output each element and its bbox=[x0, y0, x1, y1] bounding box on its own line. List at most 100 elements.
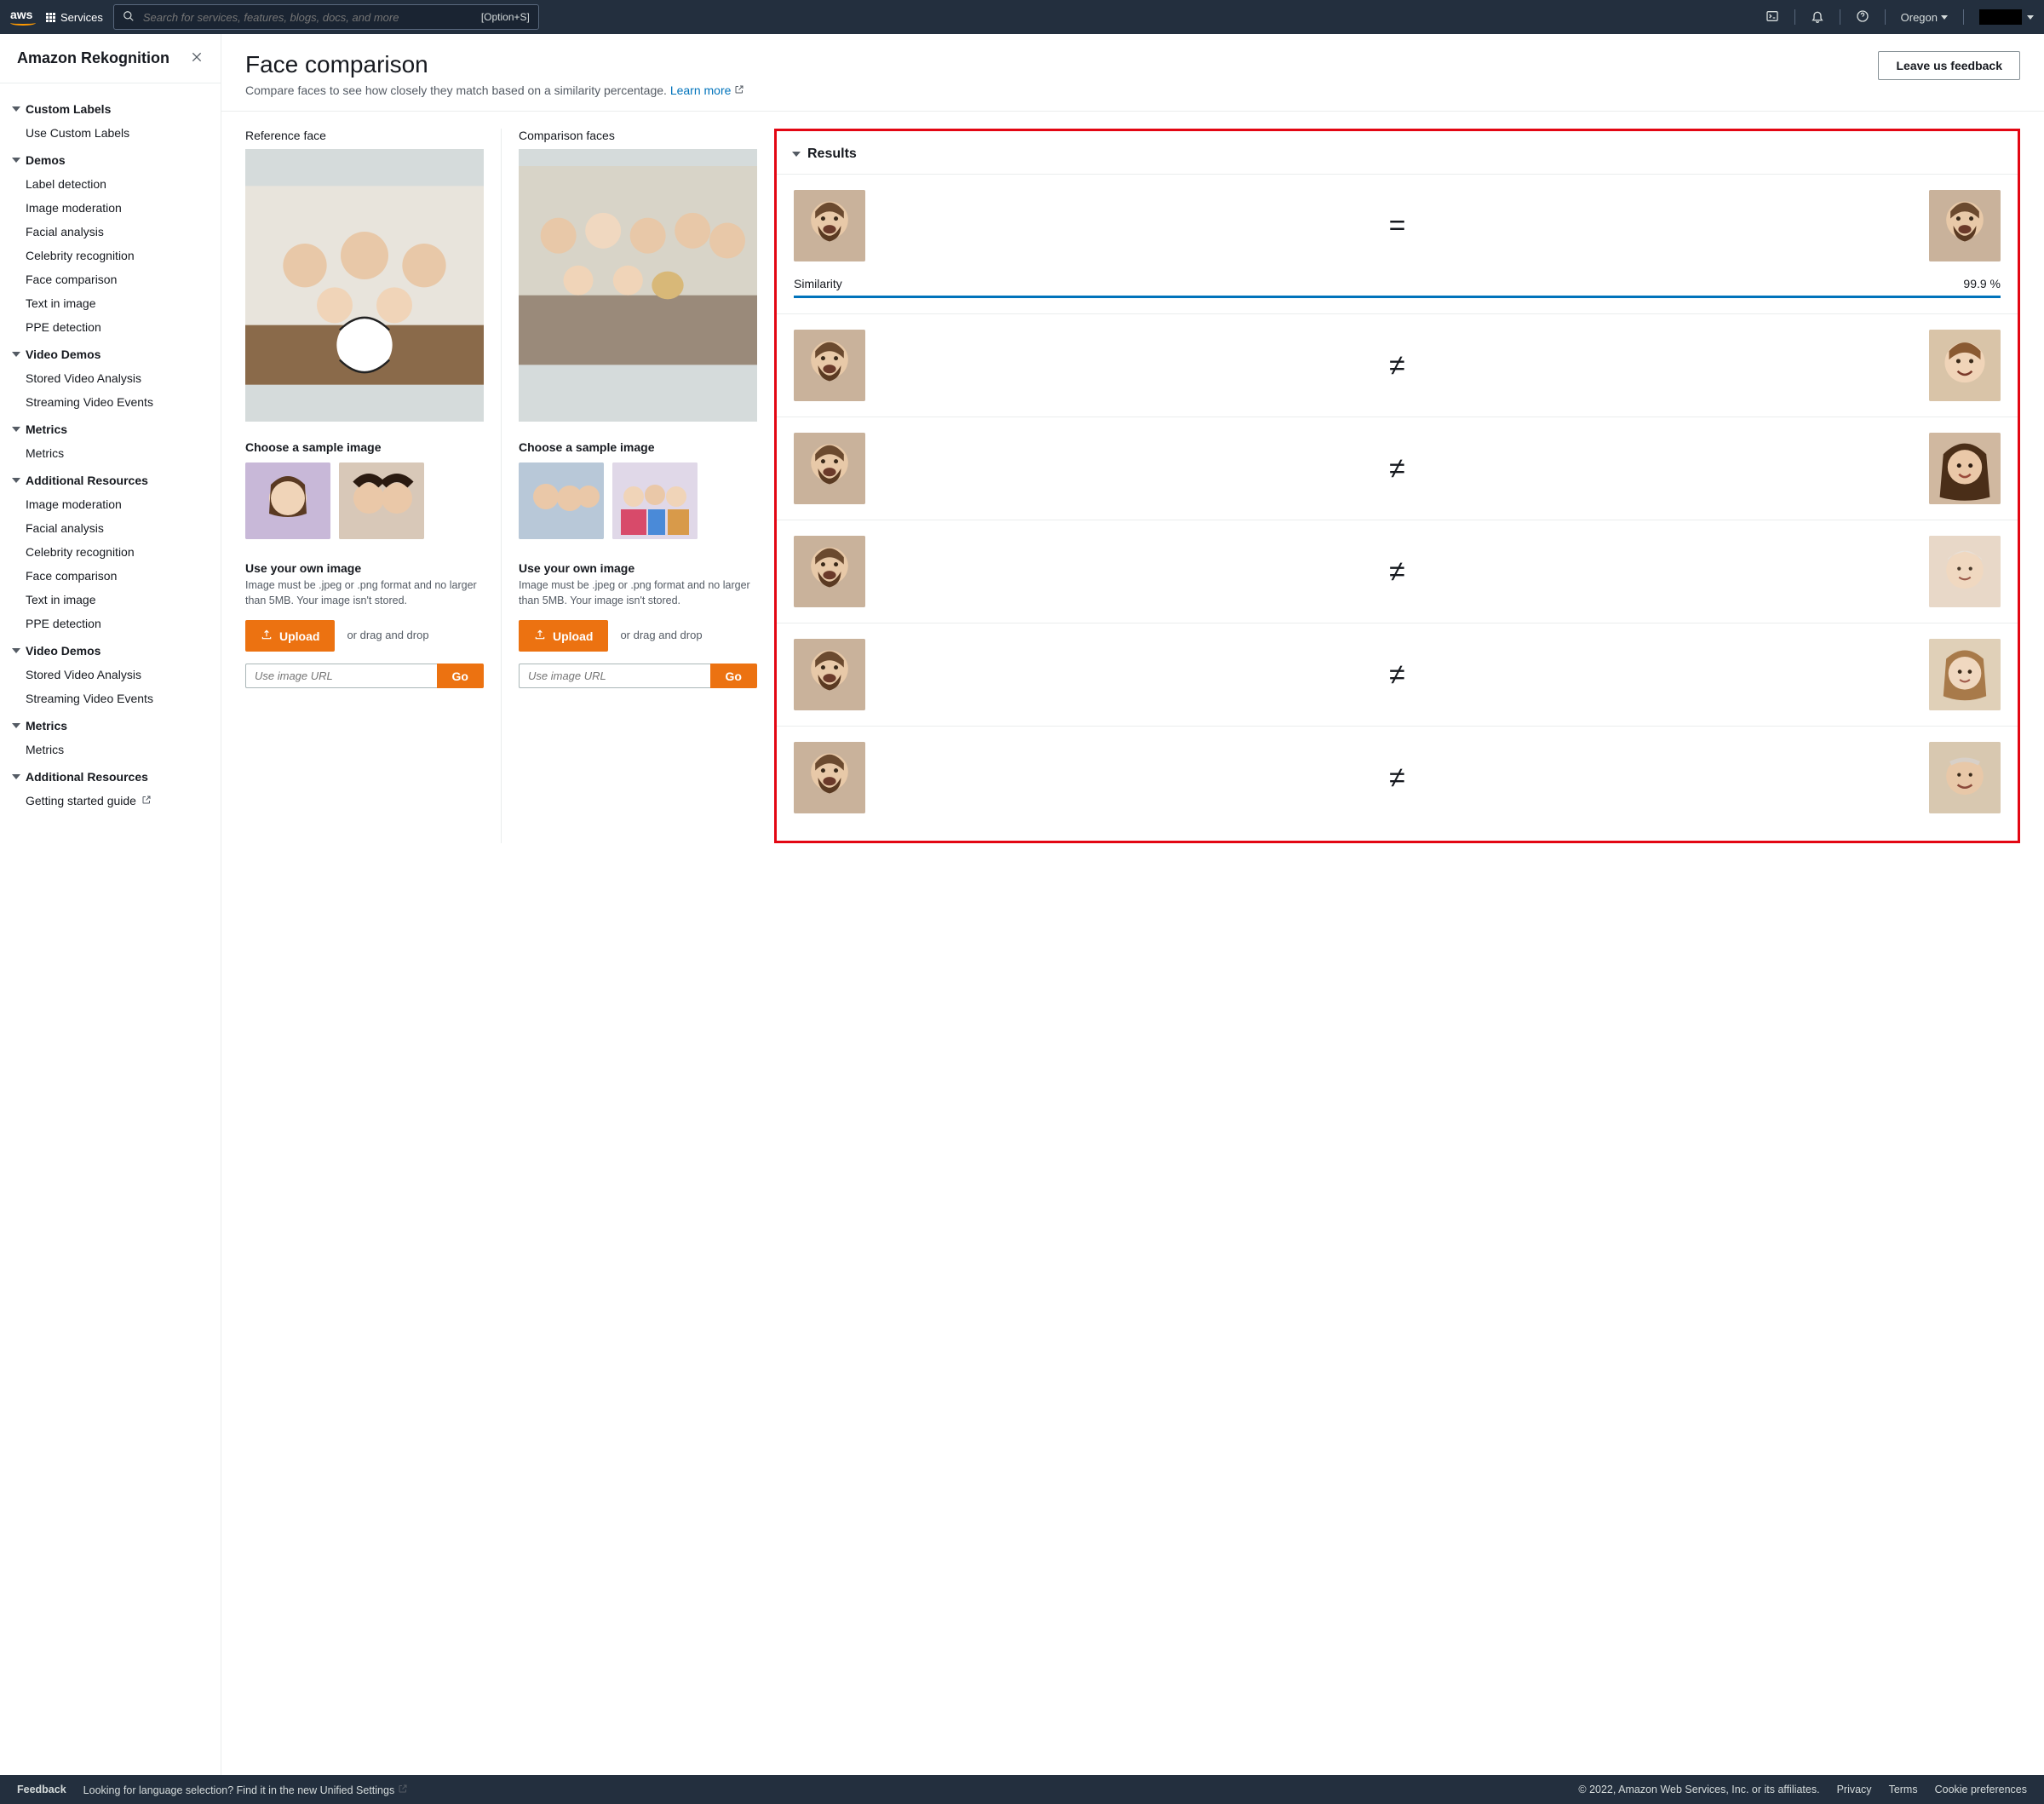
image-url-input[interactable] bbox=[519, 664, 710, 688]
go-button[interactable]: Go bbox=[710, 664, 757, 688]
sidebar-section-heading[interactable]: Metrics bbox=[0, 414, 221, 441]
sidebar-item[interactable]: Image moderation bbox=[0, 196, 221, 220]
comparison-column: Comparison faces Choose a sample image U… bbox=[519, 129, 757, 688]
services-menu[interactable]: Services bbox=[46, 11, 103, 24]
sidebar-item[interactable]: PPE detection bbox=[0, 612, 221, 635]
result-target-thumb bbox=[1929, 190, 2001, 261]
caret-down-icon bbox=[12, 723, 20, 728]
footer-feedback[interactable]: Feedback bbox=[17, 1784, 66, 1795]
search-input[interactable] bbox=[143, 11, 473, 24]
upload-button[interactable]: Upload bbox=[519, 620, 608, 652]
go-button[interactable]: Go bbox=[437, 664, 484, 688]
help-icon[interactable] bbox=[1856, 9, 1869, 26]
sidebar-item[interactable]: Facial analysis bbox=[0, 220, 221, 244]
result-source-thumb bbox=[794, 190, 865, 261]
learn-more-link[interactable]: Learn more bbox=[670, 83, 744, 97]
sample-heading: Choose a sample image bbox=[519, 440, 757, 454]
sidebar-section-heading[interactable]: Additional Resources bbox=[0, 761, 221, 789]
leave-feedback-button[interactable]: Leave us feedback bbox=[1878, 51, 2020, 80]
sidebar-item[interactable]: Text in image bbox=[0, 291, 221, 315]
caret-down-icon bbox=[12, 427, 20, 432]
footer-cookie[interactable]: Cookie preferences bbox=[1935, 1784, 2027, 1795]
result-row: ≠ bbox=[777, 623, 2018, 726]
not-equals-icon: ≠ bbox=[1389, 555, 1405, 589]
region-selector[interactable]: Oregon bbox=[1901, 11, 1948, 24]
caret-down-icon bbox=[792, 152, 801, 157]
sidebar-item[interactable]: Streaming Video Events bbox=[0, 390, 221, 414]
sidebar-item[interactable]: Facial analysis bbox=[0, 516, 221, 540]
result-source-thumb bbox=[794, 742, 865, 813]
sidebar-section-heading[interactable]: Custom Labels bbox=[0, 94, 221, 121]
sidebar-item[interactable]: Celebrity recognition bbox=[0, 540, 221, 564]
footer-lang-text: Looking for language selection? Find it … bbox=[83, 1784, 408, 1796]
not-equals-icon: ≠ bbox=[1389, 349, 1405, 382]
sidebar-item[interactable]: Text in image bbox=[0, 588, 221, 612]
similarity-value: 99.9 % bbox=[1963, 277, 2001, 290]
sidebar-section-heading[interactable]: Additional Resources bbox=[0, 465, 221, 492]
sidebar-item[interactable]: Streaming Video Events bbox=[0, 687, 221, 710]
sidebar-item[interactable]: Label detection bbox=[0, 172, 221, 196]
sidebar-item[interactable]: Face comparison bbox=[0, 267, 221, 291]
caret-down-icon bbox=[12, 106, 20, 112]
bell-icon[interactable] bbox=[1811, 9, 1824, 26]
not-equals-icon: ≠ bbox=[1389, 658, 1405, 692]
result-target-thumb bbox=[1929, 330, 2001, 401]
sidebar-item[interactable]: Image moderation bbox=[0, 492, 221, 516]
result-target-thumb bbox=[1929, 742, 2001, 813]
similarity-label: Similarity bbox=[794, 277, 842, 290]
global-search[interactable]: [Option+S] bbox=[113, 4, 539, 30]
result-source-thumb bbox=[794, 330, 865, 401]
sidebar-item[interactable]: Use Custom Labels bbox=[0, 121, 221, 145]
external-link-icon bbox=[141, 794, 152, 807]
sidebar-section-heading[interactable]: Demos bbox=[0, 145, 221, 172]
aws-logo[interactable]: aws bbox=[10, 9, 36, 26]
comparison-image[interactable] bbox=[519, 149, 757, 422]
sample-thumb-1[interactable] bbox=[245, 462, 330, 539]
cloudshell-icon[interactable] bbox=[1766, 9, 1779, 26]
top-nav: aws Services [Option+S] Oregon bbox=[0, 0, 2044, 34]
sidebar-section-heading[interactable]: Video Demos bbox=[0, 339, 221, 366]
sidebar-section-heading[interactable]: Video Demos bbox=[0, 635, 221, 663]
upload-button[interactable]: Upload bbox=[245, 620, 335, 652]
external-link-icon bbox=[398, 1784, 408, 1796]
sidebar-item[interactable]: Stored Video Analysis bbox=[0, 366, 221, 390]
similarity-bar bbox=[794, 296, 2001, 298]
sample-thumb-4[interactable] bbox=[612, 462, 698, 539]
sidebar-item[interactable]: Metrics bbox=[0, 441, 221, 465]
reference-label: Reference face bbox=[245, 129, 484, 142]
close-icon[interactable] bbox=[190, 50, 204, 66]
result-target-thumb bbox=[1929, 639, 2001, 710]
reference-image[interactable] bbox=[245, 149, 484, 422]
sidebar-item[interactable]: Face comparison bbox=[0, 564, 221, 588]
reference-column: Reference face Choose a sample image Use… bbox=[245, 129, 484, 688]
footer-terms[interactable]: Terms bbox=[1889, 1784, 1918, 1795]
caret-down-icon bbox=[12, 352, 20, 357]
sidebar-item[interactable]: Celebrity recognition bbox=[0, 244, 221, 267]
sidebar-section-heading[interactable]: Metrics bbox=[0, 710, 221, 738]
sidebar-item[interactable]: PPE detection bbox=[0, 315, 221, 339]
account-menu[interactable] bbox=[1979, 9, 2034, 25]
drag-drop-text: or drag and drop bbox=[620, 629, 702, 643]
caret-down-icon bbox=[12, 478, 20, 483]
footer: Feedback Looking for language selection?… bbox=[0, 1775, 2044, 1804]
main-content: Face comparison Compare faces to see how… bbox=[221, 34, 2044, 1775]
page-title: Face comparison bbox=[245, 51, 744, 78]
result-row: = bbox=[777, 190, 2018, 277]
search-icon bbox=[123, 10, 135, 25]
equals-icon: = bbox=[1389, 210, 1406, 243]
drag-drop-text: or drag and drop bbox=[347, 629, 428, 643]
footer-privacy[interactable]: Privacy bbox=[1837, 1784, 1872, 1795]
sample-thumb-3[interactable] bbox=[519, 462, 604, 539]
sample-thumb-2[interactable] bbox=[339, 462, 424, 539]
caret-down-icon bbox=[2027, 15, 2034, 20]
result-target-thumb bbox=[1929, 536, 2001, 607]
sidebar-item[interactable]: Metrics bbox=[0, 738, 221, 761]
sidebar-item[interactable]: Getting started guide bbox=[0, 789, 221, 813]
results-heading[interactable]: Results bbox=[777, 143, 2018, 174]
image-url-input[interactable] bbox=[245, 664, 437, 688]
sidebar-item[interactable]: Stored Video Analysis bbox=[0, 663, 221, 687]
unified-settings-link[interactable]: Unified Settings bbox=[320, 1784, 408, 1796]
results-panel: Results =Similarity99.9 %≠≠≠≠≠ bbox=[774, 129, 2020, 843]
external-link-icon bbox=[734, 83, 744, 97]
upload-icon bbox=[534, 629, 546, 643]
